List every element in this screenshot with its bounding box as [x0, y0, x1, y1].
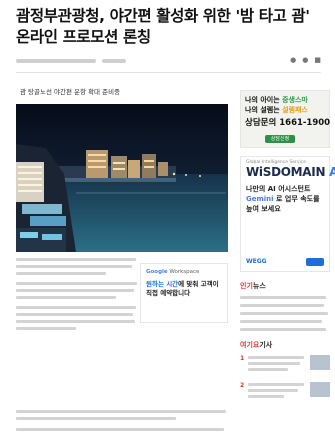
- paragraph: [16, 282, 138, 299]
- news-link[interactable]: [240, 328, 326, 331]
- google-workspace-ad[interactable]: Google Workspace 원하는 시간에 맞춰 고객이 직접 예약합니다: [140, 263, 228, 323]
- article-meta: ● ● ■: [16, 56, 321, 66]
- section-title: 여기요기사: [240, 341, 273, 349]
- paragraph: [16, 258, 138, 275]
- news-thumbnail: [310, 355, 330, 370]
- byline: [16, 59, 96, 63]
- ad-pitch: 나만의 AI 어시스턴트 Gemini 로 업무 속도를 높여 보세요: [246, 185, 320, 213]
- partner-logos: WEGG: [246, 258, 267, 265]
- article-title: 괌정부관광청, 야간편 활성화 위한 '밤 타고 괌' 온라인 프로모션 론칭: [16, 7, 310, 46]
- ad-cta-button[interactable]: [306, 258, 324, 266]
- wisdomain-ad[interactable]: Global Intelligence Service WiSDOMAIN AI…: [240, 156, 335, 272]
- paragraph: [16, 306, 138, 330]
- news-thumbnail: [310, 382, 330, 397]
- divider: [16, 72, 321, 73]
- most-read-section: 여기요기사 1 2: [240, 340, 330, 401]
- news-link[interactable]: [240, 312, 328, 315]
- paragraph: [16, 428, 228, 434]
- news-link[interactable]: [240, 320, 322, 323]
- night-city-image: [16, 104, 228, 252]
- wisdomain-logo: WiSDOMAIN AI: [246, 165, 335, 179]
- popular-news-section: 인기뉴스: [240, 281, 330, 331]
- ad-copy: 원하는 시간에 맞춰 고객이 직접 예약합니다: [146, 280, 219, 297]
- ad-line: 나의 아이는 중생스마: [245, 96, 308, 104]
- news-link[interactable]: [240, 296, 326, 299]
- rank-number: 1: [240, 355, 245, 362]
- article-paragraphs: [16, 258, 138, 337]
- article-body: 괌 탕골노선 야간편 운항 확대 준비중: [16, 80, 228, 431]
- photo-caption: 괌 탕골노선 야간편 운항 확대 준비중: [20, 88, 121, 96]
- share-icon[interactable]: ●: [290, 56, 296, 64]
- sidebar: 나의 아이는 중생스마 나의 설렘는 설렘패스 상담문의 1661-1900 상…: [240, 90, 335, 409]
- timestamp: [102, 59, 126, 63]
- education-ad-banner[interactable]: 나의 아이는 중생스마 나의 설렘는 설렘패스 상담문의 1661-1900 상…: [240, 90, 330, 148]
- list-item[interactable]: 2: [240, 382, 330, 401]
- section-title: 인기뉴스: [240, 282, 266, 290]
- font-size-icon[interactable]: ●: [302, 56, 308, 64]
- rank-number: 2: [240, 382, 245, 389]
- print-icon[interactable]: ■: [314, 56, 321, 64]
- consult-button[interactable]: 상담신청: [265, 135, 295, 143]
- article-photo[interactable]: [16, 104, 228, 252]
- ad-brand: Google Workspace: [146, 269, 200, 275]
- ad-phone: 상담문의 1661-1900: [245, 118, 331, 128]
- list-item[interactable]: 1: [240, 355, 330, 374]
- article-paragraphs-wide: [16, 410, 228, 434]
- news-link[interactable]: [240, 304, 324, 307]
- ad-line: 나의 설렘는 설렘패스: [245, 106, 308, 114]
- paragraph: [16, 410, 228, 420]
- share-tools[interactable]: ● ● ■: [290, 56, 321, 64]
